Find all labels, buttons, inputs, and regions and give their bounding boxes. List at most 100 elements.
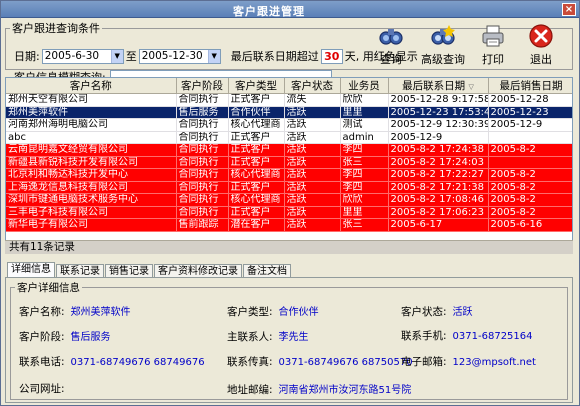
table-cell: 2005-8-2 bbox=[488, 206, 572, 219]
table-cell: 李四 bbox=[340, 181, 389, 194]
table-cell: 合同执行 bbox=[176, 131, 229, 144]
table-cell: 合同执行 bbox=[176, 193, 229, 207]
tab-profile-edit-log[interactable]: 客户资料修改记录 bbox=[154, 264, 242, 278]
query-button[interactable]: 查询 bbox=[369, 23, 413, 69]
window-title: 客户跟进管理 bbox=[233, 5, 305, 18]
field-value: 活跃 bbox=[452, 307, 473, 318]
field-label: 联系电话: bbox=[19, 356, 65, 368]
table-cell: 李四 bbox=[340, 168, 389, 182]
table-row[interactable]: 云南昆明嘉文经贸有限公司 合同执行 正式客户 活跃 李四 2005-8-2 17:24:3… bbox=[6, 143, 572, 157]
detail-tabs: 详细信息 联系记录 销售记录 客户资料修改记录 备注文档 bbox=[7, 262, 292, 278]
sort-descending-icon: ▽ bbox=[468, 83, 474, 91]
exit-button[interactable]: 退出 bbox=[519, 23, 563, 69]
table-cell: 2005-12-23 17:53:48 bbox=[388, 106, 489, 119]
advanced-query-button[interactable]: 高级查询 bbox=[419, 23, 467, 69]
table-cell: 合同执行 bbox=[176, 118, 229, 132]
tab-notes[interactable]: 备注文档 bbox=[243, 264, 291, 278]
field-value: 李先生 bbox=[278, 332, 309, 343]
detail-field: 地址邮编: 河南省郑州市汝河东路51号院 bbox=[227, 381, 411, 397]
chevron-down-icon[interactable]: ▼ bbox=[207, 49, 220, 63]
table-cell: 深圳市键通电脑技术服务中心 bbox=[6, 193, 177, 207]
table-cell: admin bbox=[340, 131, 389, 144]
field-label: 联系手机: bbox=[401, 330, 447, 342]
field-label: 地址邮编: bbox=[227, 384, 273, 396]
table-cell: 上海逸龙信息科技有限公司 bbox=[6, 181, 177, 194]
table-cell: 2005-12-9 12:30:39 bbox=[388, 118, 489, 132]
col-header-name[interactable]: 客户名称 bbox=[6, 78, 177, 94]
table-cell: 合同执行 bbox=[176, 156, 229, 169]
main-window: 客户跟进管理 × 客户跟进查询条件 日期: 2005-6-30 ▼ 至 2005… bbox=[0, 0, 580, 406]
col-header-last-contact[interactable]: 最后联系日期 ▽ bbox=[388, 78, 489, 94]
field-value: 售后服务 bbox=[70, 332, 111, 343]
table-cell: 郑州美萍软件 bbox=[6, 106, 177, 119]
table-row[interactable]: 郑州天空有限公司 合同执行 正式客户 流失 欣欣 2005-12-28 9:17:58 20… bbox=[6, 93, 572, 107]
overdue-prefix: 最后联系日期超过 bbox=[230, 50, 319, 63]
chevron-down-icon[interactable]: ▼ bbox=[110, 49, 123, 63]
table-cell: 正式客户 bbox=[228, 143, 285, 157]
table-cell: 2005-8-2 17:21:38 bbox=[388, 181, 489, 194]
table-row[interactable]: 郑州美萍软件 售后服务 合作伙伴 活跃 里里 2005-12-23 17:53:48 200… bbox=[6, 106, 572, 119]
table-cell: 2005-12-28 9:17:58 bbox=[388, 93, 489, 107]
table-cell: 2005-8-2 bbox=[488, 193, 572, 207]
table-cell: 欣欣 bbox=[340, 93, 389, 107]
col-header-stage[interactable]: 客户阶段 bbox=[176, 78, 229, 94]
table-cell: 2005-12-9 bbox=[488, 118, 572, 132]
table-row[interactable]: 北京利和畅达科技开发中心 合同执行 核心代理商 活跃 李四 2005-8-2 17:22:… bbox=[6, 168, 572, 182]
tab-details[interactable]: 详细信息 bbox=[7, 262, 55, 278]
table-row[interactable]: 深圳市键通电脑技术服务中心 合同执行 核心代理商 活跃 欣欣 2005-8-2 17:08… bbox=[6, 193, 572, 207]
detail-field: 电子邮箱: 123@mpsoft.net bbox=[401, 354, 536, 369]
table-cell: 2005-12-9 bbox=[388, 131, 489, 144]
customer-grid: 客户名称 客户阶段 客户类型 客户状态 业务员 最后联系日期 ▽ 最后销售日期 … bbox=[5, 77, 573, 254]
close-window-button[interactable]: × bbox=[562, 3, 576, 16]
print-button-label: 打印 bbox=[482, 53, 504, 66]
field-value: 0371-68749676 68750570 bbox=[278, 357, 413, 368]
table-cell: 2005-8-2 17:08:46 bbox=[388, 193, 489, 207]
field-label: 客户类型: bbox=[227, 306, 273, 318]
table-cell: 流失 bbox=[284, 93, 341, 107]
table-row[interactable]: 河南郑州海明电脑公司 合同执行 核心代理商 活跃 测试 2005-12-9 12:30:3… bbox=[6, 118, 572, 132]
field-value: 合作伙伴 bbox=[278, 307, 319, 318]
table-row[interactable]: 新疆县新锐科技开发有限公司 合同执行 正式客户 活跃 张三 2005-8-2 17:24:… bbox=[6, 156, 572, 169]
detail-row: 客户阶段: 售后服务 主联系人: 李先生 联系手机: 0371-68725164 bbox=[11, 328, 567, 344]
table-row[interactable]: 新华电子有限公司 售前跟踪 潜在客户 活跃 张三 2005-6-17 2005-6-16 bbox=[6, 218, 572, 232]
field-label: 主联系人: bbox=[227, 331, 273, 343]
table-cell: 2005-8-2 bbox=[488, 168, 572, 182]
date-filter-row: 日期: 2005-6-30 ▼ 至 2005-12-30 ▼ 最后联系日期超过 … bbox=[14, 48, 418, 64]
query-legend: 客户跟进查询条件 bbox=[12, 22, 100, 35]
detail-field: 客户阶段: 售后服务 bbox=[19, 328, 111, 344]
detail-field: 联系传真: 0371-68749676 68750570 bbox=[227, 354, 413, 369]
tab-contact-records[interactable]: 联系记录 bbox=[56, 264, 104, 278]
col-header-salesperson[interactable]: 业务员 bbox=[340, 78, 389, 94]
table-row[interactable]: 上海逸龙信息科技有限公司 合同执行 正式客户 活跃 李四 2005-8-2 17:21:3… bbox=[6, 181, 572, 194]
table-cell: 合同执行 bbox=[176, 168, 229, 182]
table-cell: 合同执行 bbox=[176, 143, 229, 157]
table-cell: 正式客户 bbox=[228, 156, 285, 169]
date-from-picker[interactable]: 2005-6-30 ▼ bbox=[41, 48, 124, 64]
print-button[interactable]: 打印 bbox=[471, 23, 515, 69]
field-label: 联系传真: bbox=[227, 356, 273, 368]
col-header-status[interactable]: 客户状态 bbox=[284, 78, 341, 94]
table-cell: 活跃 bbox=[284, 131, 341, 144]
tab-sales-records[interactable]: 销售记录 bbox=[105, 264, 153, 278]
table-cell: 正式客户 bbox=[228, 206, 285, 219]
date-label: 日期: bbox=[14, 50, 40, 63]
detail-row: 联系电话: 0371-68749676 68749676 联系传真: 0371-68… bbox=[11, 354, 567, 368]
field-value: 郑州美萍软件 bbox=[70, 307, 131, 318]
overdue-days-input[interactable]: 30 bbox=[320, 48, 343, 64]
table-cell: 活跃 bbox=[284, 156, 341, 169]
query-button-label: 查询 bbox=[380, 53, 402, 66]
table-cell: 2005-6-16 bbox=[488, 218, 572, 232]
table-cell: 合同执行 bbox=[176, 181, 229, 194]
advanced-query-icon bbox=[431, 25, 455, 45]
date-to-picker[interactable]: 2005-12-30 ▼ bbox=[138, 48, 221, 64]
detail-panel: 客户详细信息 客户名称: 郑州美萍软件 客户类型: 合作伙伴 客户状态: 活跃 客户阶… bbox=[5, 277, 573, 403]
detail-row: 客户名称: 郑州美萍软件 客户类型: 合作伙伴 客户状态: 活跃 bbox=[11, 303, 567, 318]
table-row[interactable]: abc 合同执行 正式客户 活跃 admin 2005-12-9 bbox=[6, 131, 572, 144]
table-row[interactable]: 三丰电子科技有限公司 合同执行 正式客户 活跃 里里 2005-8-2 17:06:23 2… bbox=[6, 206, 572, 219]
table-cell: 河南郑州海明电脑公司 bbox=[6, 118, 177, 132]
col-header-last-sale[interactable]: 最后销售日期 bbox=[488, 78, 572, 94]
table-cell: 合作伙伴 bbox=[228, 106, 285, 119]
table-cell: abc bbox=[6, 131, 177, 144]
table-cell: 合同执行 bbox=[176, 206, 229, 219]
col-header-type[interactable]: 客户类型 bbox=[228, 78, 285, 94]
